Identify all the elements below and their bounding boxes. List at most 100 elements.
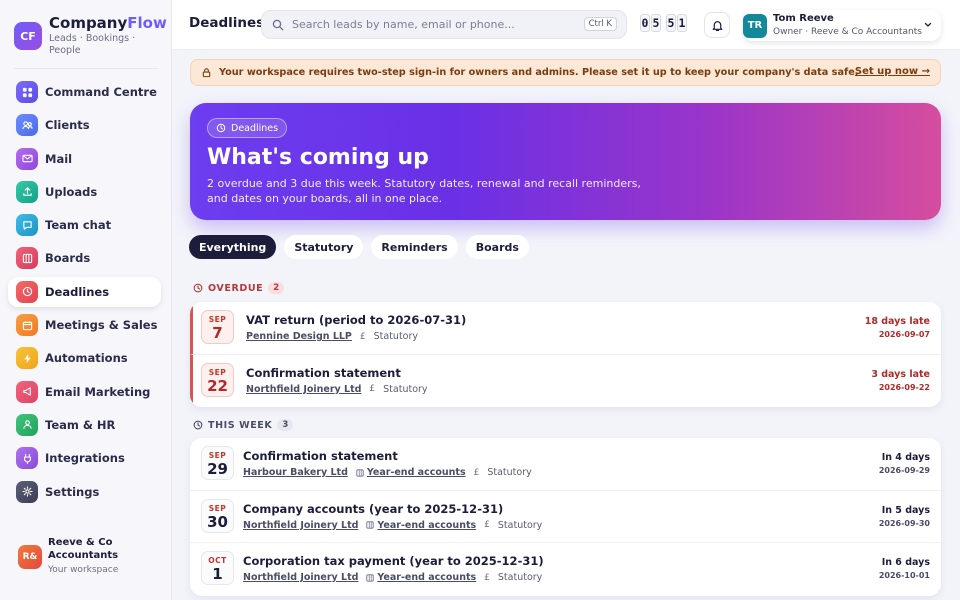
client-link[interactable]: Northfield Joinery Ltd [246, 384, 361, 395]
sidebar-item-integrations[interactable]: Integrations [8, 443, 161, 473]
grid-icon [16, 81, 38, 103]
search-icon [272, 19, 284, 30]
sidebar-item-label: Boards [45, 251, 91, 266]
deadline-status: 3 days late 2026-09-22 [871, 369, 930, 392]
sidebar-item-label: Mail [45, 151, 73, 166]
user-menu[interactable]: TR Tom Reeve Owner · Reeve & Co Accounta… [743, 10, 941, 41]
tab-statutory[interactable]: Statutory [284, 235, 364, 259]
sidebar-item-team-hr[interactable]: Team & HR [8, 410, 161, 440]
sidebar-item-label: Meetings & Sales [45, 318, 158, 333]
sidebar-item-deadlines[interactable]: Deadlines [8, 276, 161, 307]
workspace-subtitle: Your workspace [48, 565, 119, 575]
board-icon [356, 468, 364, 477]
deadline-status: In 6 days 2026-10-01 [879, 557, 930, 580]
avatar: TR [743, 13, 767, 38]
hero-title: What's coming up [207, 145, 429, 170]
deadline-status: 18 days late 2026-09-07 [865, 316, 930, 339]
sidebar-item-boards[interactable]: Boards [8, 243, 161, 273]
due-date: 2026-09-07 [878, 330, 930, 339]
deadline-meta: Northfield Joinery Ltd £ Statutory [246, 384, 428, 395]
brand[interactable]: CF CompanyFlow Leads · Bookings · People [14, 14, 167, 57]
status-text: 3 days late [871, 368, 930, 380]
lock-icon [202, 68, 211, 78]
plug-icon [16, 447, 38, 470]
this-week-list: SEP 29 Confirmation statement Harbour Baker… [190, 438, 941, 596]
upload-icon [16, 180, 38, 203]
deadline-row[interactable]: SEP 30 Company accounts (year to 2025-12-3… [190, 491, 941, 543]
sidebar-item-label: Settings [45, 484, 100, 499]
sidebar-nav: Command Centre Clients Mail Uploads Team… [8, 77, 161, 510]
client-link[interactable]: Northfield Joinery Ltd [243, 572, 358, 583]
workspace-switcher[interactable]: R& Reeve & Co Accountants Your workspace [14, 536, 138, 575]
pound-icon: £ [484, 572, 490, 583]
sidebar-item-label: Team & HR [45, 417, 116, 432]
deadline-title: Confirmation statement [243, 449, 398, 463]
board-link[interactable]: Year-end accounts [377, 572, 476, 583]
sidebar-item-label: Integrations [45, 451, 125, 466]
sidebar-item-team-chat[interactable]: Team chat [8, 210, 161, 240]
status-text: In 6 days [881, 557, 930, 568]
search-input[interactable] [292, 18, 572, 31]
date-badge: SEP 22 [201, 362, 234, 397]
tab-everything[interactable]: Everything [189, 235, 277, 259]
hero-panel: Deadlines What's coming up 2 overdue and… [190, 103, 941, 220]
date-month: SEP [208, 503, 227, 513]
client-link[interactable]: Northfield Joinery Ltd [243, 520, 358, 531]
due-date: 2026-09-30 [878, 518, 930, 528]
deadline-status: In 5 days 2026-09-30 [879, 505, 930, 528]
sidebar-item-meetings-sales[interactable]: Meetings & Sales [8, 310, 161, 340]
sidebar-item-mail[interactable]: Mail [8, 144, 161, 174]
deadline-row[interactable]: SEP 7 VAT return (period to 2026-07-31) Pen… [190, 302, 941, 355]
clock-digit: 5 [651, 14, 661, 32]
tab-reminders[interactable]: Reminders [371, 235, 458, 259]
hero-badge: Deadlines [207, 118, 288, 138]
due-date: 2026-10-01 [878, 571, 930, 580]
sidebar-item-automations[interactable]: Automations [8, 343, 161, 373]
board-link[interactable]: Year-end accounts [377, 520, 476, 531]
category-label: Statutory [487, 467, 532, 478]
section-header-overdue: OVERDUE 2 [193, 282, 285, 294]
section-label: OVERDUE [208, 282, 264, 294]
sidebar-item-label: Deadlines [45, 284, 110, 299]
date-badge: SEP 29 [201, 446, 234, 480]
sidebar-item-uploads[interactable]: Uploads [8, 177, 161, 207]
category-label: Statutory [383, 383, 428, 395]
client-link[interactable]: Pennine Design LLP [246, 331, 352, 342]
banner-text: Your workspace requires two-step sign-in… [219, 67, 859, 78]
pound-icon: £ [473, 467, 480, 478]
status-text: In 5 days [881, 504, 930, 516]
sidebar-item-settings[interactable]: Settings [8, 477, 161, 507]
calendar-icon [16, 314, 38, 337]
deadline-row[interactable]: OCT 1 Corporation tax payment (year to 202… [190, 543, 941, 596]
pound-icon: £ [484, 520, 490, 530]
deadline-row[interactable]: SEP 29 Confirmation statement Harbour Baker… [190, 438, 941, 491]
sidebar-item-command-centre[interactable]: Command Centre [8, 77, 161, 107]
section-count: 2 [268, 282, 285, 294]
workspace-name: Reeve & Co Accountants [48, 537, 119, 561]
page-title: Deadlines [189, 15, 265, 31]
setup-now-link[interactable]: Set up now → [855, 66, 930, 77]
date-month: SEP [208, 451, 227, 460]
tab-boards[interactable]: Boards [465, 235, 529, 259]
shortcut-hint: Ctrl K [583, 17, 617, 31]
sidebar-item-label: Team chat [45, 218, 112, 233]
date-badge: SEP 30 [201, 498, 234, 533]
board-link[interactable]: Year-end accounts [367, 467, 466, 478]
sidebar-item-clients[interactable]: Clients [8, 110, 161, 140]
user-role: Owner · Reeve & Co Accountants [773, 26, 922, 37]
brand-name: CompanyFlow [49, 14, 167, 32]
deadline-row[interactable]: SEP 22 Confirmation statement Northfield Jo… [190, 354, 941, 407]
boards-icon [16, 247, 38, 270]
pound-icon: £ [359, 331, 366, 342]
clock-display: 0 5 5 1 [640, 14, 688, 32]
search-box[interactable]: Ctrl K [261, 10, 627, 39]
notifications-button[interactable] [704, 12, 730, 38]
section-header-this-week: THIS WEEK 3 [193, 419, 294, 431]
board-tag: Year-end accounts [366, 572, 476, 583]
users-icon [16, 114, 38, 137]
divider [14, 68, 159, 69]
sidebar-item-email-marketing[interactable]: Email Marketing [8, 377, 161, 407]
sidebar-item-label: Clients [45, 118, 90, 133]
deadline-title: Corporation tax payment (year to 2025-12… [243, 554, 544, 568]
client-link[interactable]: Harbour Bakery Ltd [243, 467, 348, 478]
